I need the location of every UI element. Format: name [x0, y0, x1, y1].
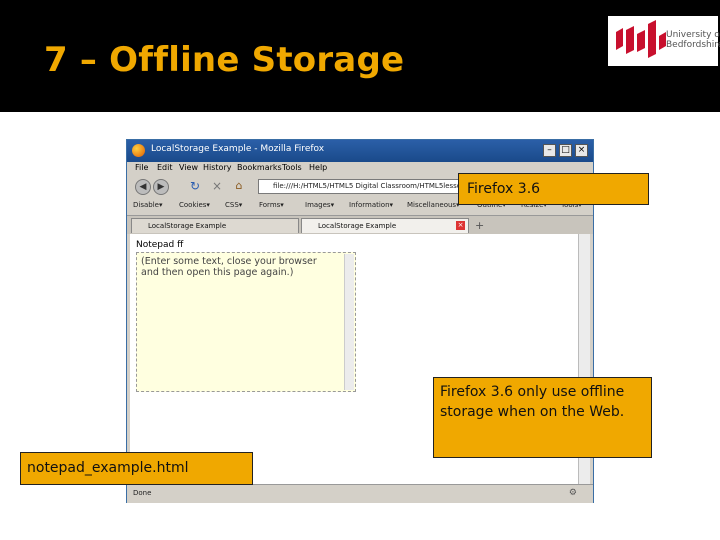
tab-label: LocalStorage Example: [318, 222, 397, 230]
tab-strip: LocalStorage Example LocalStorage Exampl…: [127, 216, 593, 234]
toolbar-disable[interactable]: Disable▾: [133, 201, 162, 209]
forward-icon[interactable]: ▶: [153, 179, 169, 195]
slide-header: 7 – Offline Storage University of Bedfor…: [0, 0, 720, 112]
menu-edit[interactable]: Edit: [157, 163, 173, 172]
slide-title: 7 – Offline Storage: [44, 40, 405, 80]
notepad-scrollbar[interactable]: [344, 254, 354, 390]
window-titlebar[interactable]: LocalStorage Example - Mozilla Firefox –…: [127, 140, 593, 162]
menu-bookmarks[interactable]: Bookmarks: [237, 163, 282, 172]
toolbar-miscellaneous[interactable]: Miscellaneous▾: [407, 201, 460, 209]
menu-file[interactable]: File: [135, 163, 148, 172]
logo-text-line2: Bedfordshire: [666, 40, 720, 50]
logo-text: University of Bedfordshire: [666, 30, 720, 50]
tab-close-icon[interactable]: ×: [456, 221, 465, 230]
callout-firefox-version: Firefox 3.6: [458, 173, 649, 205]
logo-mark-icon: [616, 20, 666, 58]
toolbar-images[interactable]: Images▾: [305, 201, 334, 209]
status-bar: Done ⚙: [127, 484, 593, 503]
menu-help[interactable]: Help: [309, 163, 327, 172]
minimize-icon[interactable]: –: [543, 144, 556, 157]
notepad-textarea[interactable]: (Enter some text, close your browser and…: [136, 252, 356, 392]
callout-filename: notepad_example.html: [20, 452, 253, 485]
notepad-text: (Enter some text, close your browser and…: [141, 256, 317, 278]
addon-gear-icon[interactable]: ⚙: [569, 488, 577, 498]
new-tab-icon[interactable]: +: [475, 219, 484, 232]
toolbar-cookies[interactable]: Cookies▾: [179, 201, 210, 209]
toolbar-forms[interactable]: Forms▾: [259, 201, 284, 209]
firefox-icon: [132, 144, 145, 157]
tab-localstorage-2[interactable]: LocalStorage Example ×: [301, 218, 469, 233]
menu-tools[interactable]: Tools: [282, 163, 302, 172]
menu-view[interactable]: View: [179, 163, 198, 172]
toolbar-information[interactable]: Information▾: [349, 201, 393, 209]
notepad-heading: Notepad ff: [136, 240, 184, 250]
home-icon[interactable]: ⌂: [231, 179, 247, 195]
tab-localstorage-1[interactable]: LocalStorage Example: [131, 218, 299, 233]
status-text: Done: [133, 489, 152, 497]
close-icon[interactable]: ×: [575, 144, 588, 157]
callout-offline-note: Firefox 3.6 only use offline storage whe…: [433, 377, 652, 458]
menu-history[interactable]: History: [203, 163, 231, 172]
back-icon[interactable]: ◀: [135, 179, 151, 195]
maximize-icon[interactable]: □: [559, 144, 572, 157]
university-logo: University of Bedfordshire: [608, 16, 720, 66]
reload-icon[interactable]: ↻: [187, 179, 203, 195]
url-bar[interactable]: file:///H:/HTML5/HTML5 Digital Classroom…: [258, 179, 468, 194]
window-title: LocalStorage Example - Mozilla Firefox: [151, 144, 325, 154]
logo-text-line1: University of: [666, 30, 720, 40]
toolbar-css[interactable]: CSS▾: [225, 201, 242, 209]
stop-icon[interactable]: ×: [209, 179, 225, 195]
